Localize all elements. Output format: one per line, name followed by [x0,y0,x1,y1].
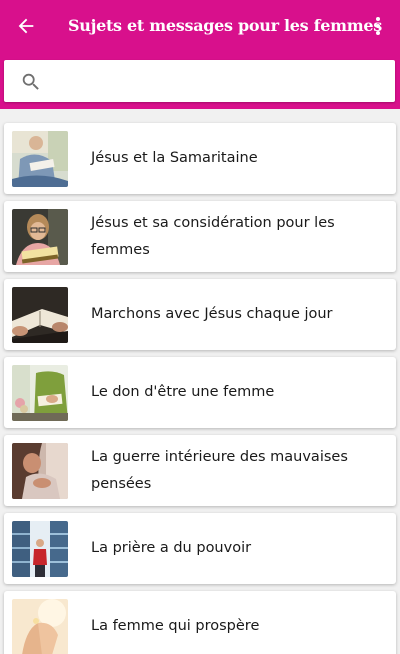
thumbnail-image [12,521,68,577]
thumbnail-image [12,209,68,265]
app-bar: Sujets et messages pour les femmes [0,0,400,109]
more-options-button[interactable] [366,12,390,40]
list-item-label: La guerre intérieure des mauvaises pensé… [91,448,348,492]
list-item[interactable]: Marchons avec Jésus chaque jour [4,279,396,350]
search-bar[interactable] [4,60,395,102]
search-input[interactable] [54,66,384,96]
list-item-label: La femme qui prospère [91,618,260,634]
list-item[interactable]: La guerre intérieure des mauvaises pensé… [4,435,396,506]
arrow-left-icon [18,18,34,34]
thumbnail-image [12,287,68,343]
list-item-label: Jésus et la Samaritaine [91,150,258,166]
list-item-label: Jésus et sa considération pour les femme… [91,214,335,258]
thumbnail-image [12,131,68,187]
list-item[interactable]: La femme qui prospère [4,591,396,654]
list-item-label: La prière a du pouvoir [91,540,252,556]
thumbnail-image [12,599,68,654]
list-item-label: Marchons avec Jésus chaque jour [91,306,333,322]
list-item-label: Le don d'être une femme [91,384,275,400]
thumbnail-image [12,443,68,499]
thumbnail-image [12,365,68,421]
list-item[interactable]: La prière a du pouvoir [4,513,396,584]
page-title: Sujets et messages pour les femmes [68,16,382,35]
list-item[interactable]: Jésus et la Samaritaine [4,123,396,194]
back-button[interactable] [12,12,40,40]
more-vertical-icon [376,17,380,35]
list-item[interactable]: Jésus et sa considération pour les femme… [4,201,396,272]
list-item[interactable]: Le don d'être une femme [4,357,396,428]
search-icon [22,73,39,90]
